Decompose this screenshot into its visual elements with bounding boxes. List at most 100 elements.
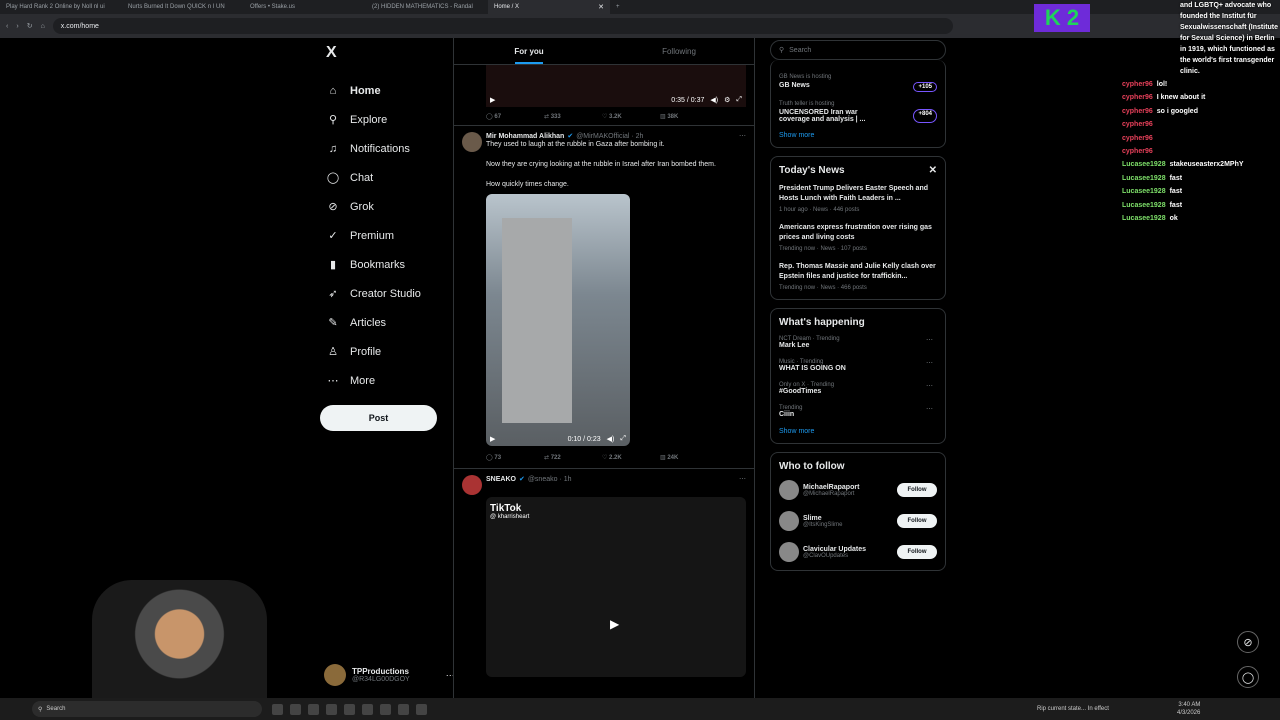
video-player[interactable]: TikTok @ kharrisheart ▶ xyxy=(486,497,746,677)
tab-4[interactable]: Home / X ✕ xyxy=(488,0,610,14)
trend-item[interactable]: Music · Trending WHAT IS GOING ON ⋯ xyxy=(779,359,937,372)
nav-label: Premium xyxy=(350,229,395,242)
avatar[interactable] xyxy=(462,132,482,152)
app-icon[interactable] xyxy=(416,703,427,715)
webcam-overlay xyxy=(92,580,267,700)
trend-item[interactable]: Only on X · Trending #GoodTimes ⋯ xyxy=(779,382,937,395)
chat-message-text: so i googled xyxy=(1156,107,1198,115)
avatar[interactable] xyxy=(779,480,799,500)
follow-suggestion[interactable]: Clavicular Updates @ClavOUpdates Follow xyxy=(779,542,937,562)
more-icon[interactable]: ⋯ xyxy=(926,359,933,367)
nav-more[interactable]: ⋯ More xyxy=(326,366,450,395)
post-button[interactable]: Post xyxy=(320,405,437,431)
tab-1[interactable]: Nurts Burned It Down QUICK n I UN xyxy=(122,0,244,14)
views-button[interactable]: ▥ 24K xyxy=(660,454,718,461)
follow-suggestion[interactable]: Slime @ItsKingSlime Follow xyxy=(779,511,937,531)
views-button[interactable]: ▥ 38K xyxy=(660,113,718,120)
tweet[interactable]: SNEAKO ✔ @sneako · 1h ⋯ TikTok @ kharrish… xyxy=(454,468,754,677)
more-icon[interactable]: ⋯ xyxy=(739,475,746,483)
more-icon[interactable]: ⋯ xyxy=(926,336,933,344)
more-icon[interactable]: ⋯ xyxy=(739,132,746,140)
nav-grok[interactable]: ⊘ Grok xyxy=(326,192,450,221)
taskbar-search[interactable]: ⚲ Search xyxy=(32,701,262,717)
author-name[interactable]: Mir Mohammad Alikhan xyxy=(486,133,564,140)
like-button[interactable]: ♡ 2.2K xyxy=(602,454,660,461)
app-icon[interactable] xyxy=(326,703,337,715)
nav-articles[interactable]: ✎ Articles xyxy=(326,308,450,337)
avatar[interactable] xyxy=(462,475,482,495)
close-icon[interactable]: ✕ xyxy=(929,165,937,176)
app-icon[interactable] xyxy=(362,703,373,715)
video-player[interactable]: ▶ 0:10 / 0:23 ◀) ⤢ xyxy=(486,194,630,446)
nav-premium[interactable]: ✓ Premium xyxy=(326,221,450,250)
video-player[interactable]: ▶ 0:35 / 0:37 ◀) ⚙ ⤢ xyxy=(486,65,746,107)
clock[interactable]: 3:40 AM 4/3/2026 xyxy=(1177,701,1200,717)
messages-fab-icon[interactable]: ◯ xyxy=(1237,666,1259,688)
tab-for-you[interactable]: For you xyxy=(454,38,604,64)
space-item[interactable]: UNCENSORED Iran war coverage and analysi… xyxy=(779,109,937,123)
more-icon[interactable]: ⋯ xyxy=(926,382,933,390)
nav-explore[interactable]: ⚲ Explore xyxy=(326,105,450,134)
app-icon[interactable] xyxy=(344,703,355,715)
news-item[interactable]: Rep. Thomas Massie and Julie Kelly clash… xyxy=(779,262,937,291)
reload-icon[interactable]: ↻ xyxy=(27,22,33,30)
tab-0[interactable]: Play Hard Rank 2 Online by Noll nl ui xyxy=(0,0,122,14)
x-logo[interactable]: X xyxy=(326,44,450,62)
nav-home[interactable]: ⌂ Home xyxy=(326,76,450,105)
volume-icon[interactable]: ◀) xyxy=(607,435,615,443)
follow-button[interactable]: Follow xyxy=(897,483,937,497)
more-icon[interactable]: ⋯ xyxy=(926,405,933,413)
space-item[interactable]: GB News +105 xyxy=(779,82,937,92)
trend-item[interactable]: Trending Ciiin ⋯ xyxy=(779,405,937,418)
tab-following[interactable]: Following xyxy=(604,38,754,64)
reply-button[interactable]: ◯ 67 xyxy=(486,113,544,120)
back-icon[interactable]: ‹ xyxy=(6,23,8,30)
app-icon[interactable] xyxy=(290,703,301,715)
gear-icon[interactable]: ⚙ xyxy=(724,96,730,104)
account-switcher[interactable]: TPProductions @R34LG00DGOY ⋯ xyxy=(324,664,455,686)
tab-3[interactable]: (2) HIDDEN MATHEMATICS - Randal xyxy=(366,0,488,14)
like-button[interactable]: ♡ 3.2K xyxy=(602,113,660,120)
play-icon[interactable]: ▶ xyxy=(490,435,495,443)
show-more-link[interactable]: Show more xyxy=(779,428,937,435)
fullscreen-icon[interactable]: ⤢ xyxy=(736,96,742,104)
trend-item[interactable]: NCT Dream · Trending Mark Lee ⋯ xyxy=(779,336,937,349)
grok-fab-icon[interactable]: ⊘ xyxy=(1237,631,1259,653)
avatar[interactable] xyxy=(779,542,799,562)
new-tab-button[interactable]: + xyxy=(610,0,630,14)
video-controls: ▶ 0:10 / 0:23 ◀) ⤢ xyxy=(490,435,626,443)
url-input[interactable]: x.com/home xyxy=(52,18,953,34)
play-icon[interactable]: ▶ xyxy=(490,96,495,104)
author-name[interactable]: SNEAKO xyxy=(486,476,516,483)
news-item[interactable]: Americans express frustration over risin… xyxy=(779,223,937,252)
avatar[interactable] xyxy=(779,511,799,531)
follow-suggestion[interactable]: MichaelRapaport @MichaelRapaport Follow xyxy=(779,480,937,500)
nav-profile[interactable]: ♙ Profile xyxy=(326,337,450,366)
repost-button[interactable]: ⇄ 722 xyxy=(544,454,602,461)
app-icon[interactable] xyxy=(398,703,409,715)
search-input[interactable]: ⚲ Search xyxy=(770,40,946,60)
reply-button[interactable]: ◯ 73 xyxy=(486,454,544,461)
volume-icon[interactable]: ◀) xyxy=(710,96,718,104)
follow-button[interactable]: Follow xyxy=(897,514,937,528)
weather-status[interactable]: Rip current state... In effect xyxy=(1037,706,1117,713)
show-more-link[interactable]: Show more xyxy=(779,132,937,139)
home-button-icon[interactable]: ⌂ xyxy=(41,23,45,30)
app-icon[interactable] xyxy=(380,703,391,715)
close-icon[interactable]: ✕ xyxy=(598,3,604,11)
nav-notifications[interactable]: ♫ Notifications xyxy=(326,134,450,163)
nav-chat[interactable]: ◯ Chat xyxy=(326,163,450,192)
repost-button[interactable]: ⇄ 333 xyxy=(544,113,602,120)
forward-icon[interactable]: › xyxy=(16,23,18,30)
play-icon[interactable]: ▶ xyxy=(610,617,624,631)
nav-creator-studio[interactable]: ➶ Creator Studio xyxy=(326,279,450,308)
news-item[interactable]: President Trump Delivers Easter Speech a… xyxy=(779,184,937,213)
tab-2[interactable]: Offers • Stake.us xyxy=(244,0,366,14)
tweet[interactable]: Mir Mohammad Alikhan ✔ @MirMAKOfficial ·… xyxy=(454,125,754,468)
nav-bookmarks[interactable]: ▮ Bookmarks xyxy=(326,250,450,279)
fullscreen-icon[interactable]: ⤢ xyxy=(620,435,626,443)
follow-button[interactable]: Follow xyxy=(897,545,937,559)
chat-line: cypher96 xyxy=(1122,148,1280,161)
app-icon[interactable] xyxy=(308,703,319,715)
app-icon[interactable] xyxy=(272,703,283,715)
